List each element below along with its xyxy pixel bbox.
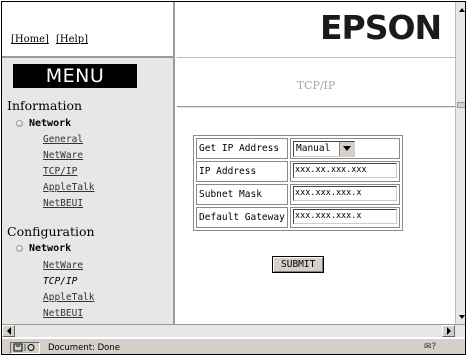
chevron-left-icon bbox=[6, 327, 11, 335]
security-icon bbox=[13, 343, 35, 352]
chevron-down-icon bbox=[343, 146, 351, 151]
menu-config-netbeui[interactable]: NetBEUI bbox=[43, 308, 83, 319]
get-ip-cell: Manual bbox=[290, 138, 400, 159]
top-nav-frame: [Home] [Help] bbox=[2, 2, 175, 58]
default-gateway-input[interactable]: xxx.xxx.xxx.x bbox=[293, 208, 397, 224]
default-gateway-cell: xxx.xxx.xxx.x bbox=[290, 207, 400, 228]
menu-banner: MENU bbox=[13, 64, 137, 88]
menu-config-netware[interactable]: NetWare bbox=[43, 260, 83, 271]
information-heading: Information bbox=[7, 98, 83, 113]
status-text: Document: Done bbox=[48, 342, 120, 353]
configuration-network-group: Network bbox=[16, 243, 71, 254]
menu-info-netware[interactable]: NetWare bbox=[43, 150, 83, 161]
information-network-group: Network bbox=[16, 118, 71, 129]
scroll-thumb[interactable] bbox=[457, 102, 465, 108]
bullet-icon bbox=[16, 245, 23, 252]
browser-window: [Home] [Help] MENU Information Network G… bbox=[1, 1, 466, 355]
bullet-icon bbox=[16, 120, 23, 127]
configuration-heading: Configuration bbox=[7, 224, 95, 239]
default-gateway-label: Default Gateway bbox=[196, 207, 288, 228]
help-link[interactable]: [Help] bbox=[56, 34, 88, 45]
menu-info-netbeui[interactable]: NetBEUI bbox=[43, 198, 83, 209]
chevron-right-icon bbox=[446, 327, 451, 335]
subnet-row: Subnet Mask xxx.xxx.xxx.x bbox=[196, 184, 400, 205]
subnet-mask-cell: xxx.xxx.xxx.x bbox=[290, 184, 400, 205]
menu-info-general[interactable]: General bbox=[43, 134, 83, 145]
menu-config-appletalk[interactable]: AppleTalk bbox=[43, 292, 94, 303]
menu-config-tcpip-current: TCP/IP bbox=[43, 276, 78, 287]
ip-address-cell: xxx.xx.xxx.xxx bbox=[290, 161, 400, 182]
menu-frame: MENU Information Network General NetWare… bbox=[2, 58, 175, 324]
main-frame: EPSON TCP/IP Get IP Address Manual IP Ad… bbox=[177, 2, 465, 324]
main-vertical-scrollbar[interactable] bbox=[455, 2, 465, 324]
get-ip-row: Get IP Address Manual bbox=[196, 138, 400, 159]
information-network-label: Network bbox=[29, 118, 72, 129]
gateway-row: Default Gateway xxx.xxx.xxx.x bbox=[196, 207, 400, 228]
subnet-mask-label: Subnet Mask bbox=[196, 184, 288, 205]
ip-row: IP Address xxx.xx.xxx.xxx bbox=[196, 161, 400, 182]
epson-logo: EPSON bbox=[320, 8, 442, 47]
scroll-left-button[interactable] bbox=[2, 325, 15, 337]
tcpip-form: Get IP Address Manual IP Address xxx.xx.… bbox=[193, 135, 403, 231]
page-status-icon bbox=[10, 341, 40, 354]
home-link[interactable]: [Home] bbox=[11, 34, 49, 45]
get-ip-select[interactable]: Manual bbox=[293, 140, 355, 157]
configuration-network-label: Network bbox=[29, 243, 72, 254]
scroll-right-button[interactable] bbox=[442, 325, 455, 337]
get-ip-selected: Manual bbox=[296, 143, 331, 154]
submit-button[interactable]: SUBMIT bbox=[272, 256, 325, 273]
chevron-up-icon bbox=[459, 8, 465, 12]
get-ip-label: Get IP Address bbox=[196, 138, 288, 159]
menu-info-tcpip[interactable]: TCP/IP bbox=[43, 166, 77, 177]
horizontal-scrollbar[interactable] bbox=[2, 324, 465, 337]
ip-address-input[interactable]: xxx.xx.xxx.xxx bbox=[293, 162, 397, 178]
ip-address-label: IP Address bbox=[196, 161, 288, 182]
scroll-down-button[interactable] bbox=[457, 312, 465, 322]
logo-divider bbox=[177, 57, 455, 58]
page-title: TCP/IP bbox=[296, 79, 336, 92]
status-bar: Document: Done ✉? bbox=[2, 338, 465, 354]
scroll-up-button[interactable] bbox=[457, 5, 465, 15]
chevron-down-icon bbox=[459, 315, 465, 319]
title-divider bbox=[177, 106, 455, 108]
subnet-mask-input[interactable]: xxx.xxx.xxx.x bbox=[293, 185, 397, 201]
status-mail-icon: ✉? bbox=[424, 342, 437, 352]
menu-info-appletalk[interactable]: AppleTalk bbox=[43, 182, 94, 193]
dropdown-button[interactable] bbox=[339, 141, 354, 156]
